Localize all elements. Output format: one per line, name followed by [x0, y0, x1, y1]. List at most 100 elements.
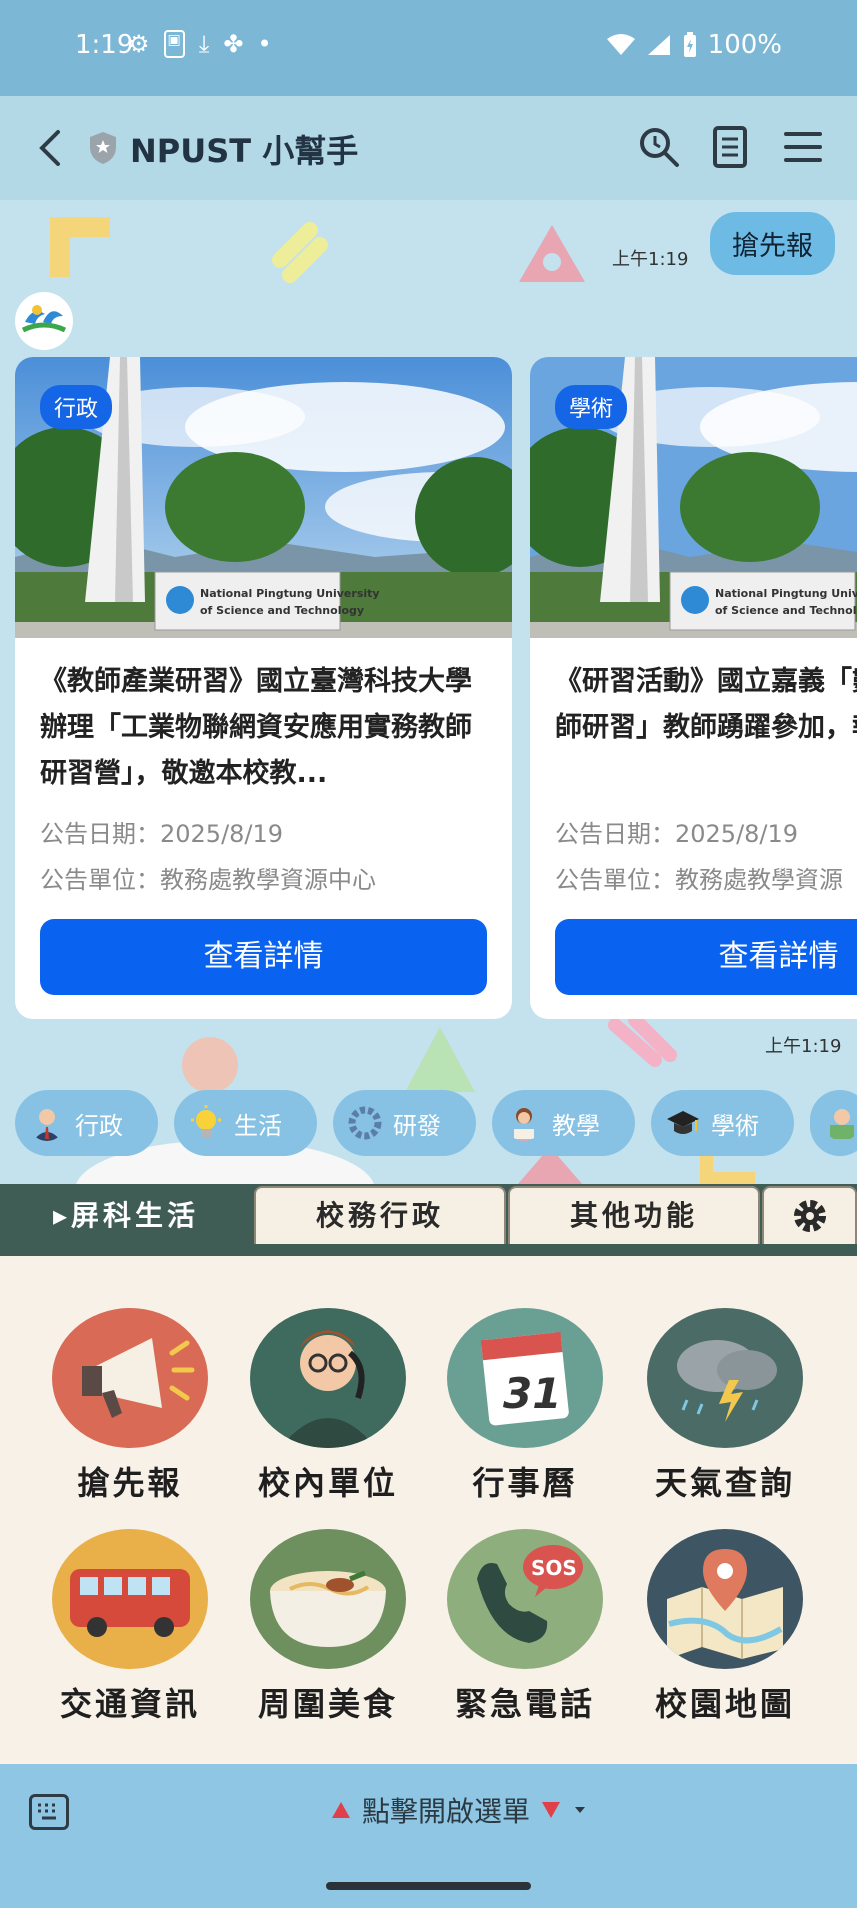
chat-header: NPUST 小幫手	[0, 96, 857, 200]
quick-reply-life[interactable]: 生活	[174, 1090, 317, 1156]
download-icon: ⤓	[198, 30, 210, 58]
search-icon[interactable]	[636, 124, 682, 170]
card-date: 公告日期：2025/8/19	[555, 820, 799, 848]
chevron-down-icon	[575, 1807, 586, 1813]
storm-cloud-icon	[647, 1308, 803, 1448]
webtoon-icon: ▣	[163, 30, 185, 58]
menu-item-campus-map[interactable]: 校園地圖	[640, 1529, 810, 1725]
quick-reply-academic[interactable]: 學術	[651, 1090, 794, 1156]
system-indicators: 100%	[606, 30, 782, 60]
tab-label: 校務行政	[315, 1199, 444, 1232]
bus-icon	[52, 1529, 208, 1669]
tab-school-admin[interactable]: 校務行政	[254, 1186, 506, 1244]
menu-item-label: 搶先報	[77, 1464, 183, 1502]
menu-item-departments[interactable]: 校內單位	[243, 1308, 413, 1504]
wifi-icon	[606, 34, 635, 55]
menu-item-food[interactable]: 周圍美食	[243, 1529, 413, 1725]
view-details-button[interactable]: 查看詳情	[40, 919, 487, 995]
red-triangle-down-icon	[542, 1802, 561, 1818]
card-unit: 公告單位：教務處教學資源中心	[40, 866, 376, 894]
menu-icon[interactable]	[780, 124, 826, 170]
menu-item-emergency[interactable]: SOS 緊急電話	[440, 1529, 610, 1725]
announcement-card[interactable]: National Pingtung University of Science …	[530, 357, 857, 1019]
map-pin-icon	[647, 1529, 803, 1669]
graduation-cap-icon	[667, 1111, 699, 1134]
svg-text:of Science and Technology: of Science and Technology	[200, 604, 364, 617]
official-shield-icon	[90, 132, 116, 164]
megaphone-icon	[52, 1308, 208, 1448]
deco-shape	[272, 222, 328, 283]
quick-reply-admin[interactable]: 行政	[15, 1090, 158, 1156]
card-title: 《研習活動》國立嘉義「數位課程教師研習」教師踴躍參加，報名至	[555, 666, 857, 743]
rich-menu-tabs: ▸屏科生活 校務行政 其他功能	[0, 1184, 857, 1256]
sos-badge: SOS	[531, 1556, 577, 1580]
sent-time: 上午1:19	[612, 249, 689, 270]
bulb-icon	[191, 1105, 221, 1137]
menu-item-label: 校園地圖	[654, 1685, 795, 1723]
battery-percent: 100%	[707, 30, 782, 60]
svg-text:National Pingtung University: National Pingtung University	[200, 587, 380, 600]
tab-label: 其他功能	[569, 1199, 698, 1232]
category-tag: 學術	[555, 385, 628, 429]
tab-campus-life[interactable]: ▸屏科生活	[0, 1186, 252, 1244]
category-tag: 行政	[40, 385, 113, 429]
dot-icon: •	[257, 30, 272, 58]
deco-shape	[182, 1037, 238, 1093]
gesture-nav-bar[interactable]	[326, 1882, 531, 1890]
quick-reply-research[interactable]: 研發	[333, 1090, 476, 1156]
quick-reply-label: 生活	[234, 1111, 282, 1140]
phone-person-icon	[250, 1308, 406, 1448]
reader-icon	[830, 1109, 854, 1139]
menu-item-label: 校內單位	[257, 1464, 398, 1502]
card-title: 《教師產業研習》國立臺灣科技大學辦理「工業物聯網資安應用實務教師研習營」，敬邀本…	[40, 666, 472, 789]
quick-reply-label: 研發	[393, 1111, 441, 1140]
gear-icon	[348, 1106, 382, 1140]
quick-reply-more[interactable]	[810, 1090, 857, 1156]
menu-item-news[interactable]: 搶先報	[45, 1308, 215, 1504]
pinwheel-icon: ✤	[223, 30, 244, 58]
settings-icon: ⚙	[128, 30, 150, 58]
person-icon	[33, 1109, 61, 1141]
menu-item-label: 周圍美食	[257, 1685, 398, 1723]
signal-icon	[647, 35, 670, 55]
announcement-card[interactable]: National Pingtung University of Science …	[15, 357, 512, 1019]
card-date: 公告日期：2025/8/19	[40, 820, 284, 848]
open-menu-toggle[interactable]: 點擊開啟選單	[330, 1790, 588, 1830]
quick-reply-bar: 行政 生活 研發 教學 學術	[15, 1090, 857, 1156]
calendar-icon: 31	[447, 1308, 603, 1448]
svg-text:National Pingtung University: National Pingtung University	[715, 587, 857, 600]
chat-title: NPUST 小幫手	[130, 132, 359, 170]
deco-shape	[50, 217, 110, 277]
teacher-icon	[510, 1108, 538, 1141]
sent-message-bubble[interactable]: 搶先報	[710, 212, 835, 275]
deco-shape	[608, 1013, 677, 1067]
notification-icons: ⚙ ▣ ⤓ ✤ •	[128, 30, 272, 58]
rich-menu: ▸屏科生活 校務行政 其他功能 搶先報 校內單位 31 行事曆 天氣查詢 交通資…	[0, 1184, 857, 1764]
tab-other-functions[interactable]: 其他功能	[508, 1186, 760, 1244]
tab-settings[interactable]	[762, 1186, 857, 1244]
play-triangle-icon: ▸	[52, 1199, 72, 1232]
view-details-button[interactable]: 查看詳情	[555, 919, 857, 995]
menu-item-traffic[interactable]: 交通資訊	[45, 1529, 215, 1725]
menu-item-calendar[interactable]: 31 行事曆	[440, 1308, 610, 1504]
npust-logo-icon	[21, 305, 67, 333]
menu-item-label: 交通資訊	[59, 1685, 200, 1723]
bot-avatar[interactable]	[15, 292, 73, 350]
quick-reply-label: 學術	[711, 1111, 759, 1140]
status-bar: 1:19 ⚙ ▣ ⤓ ✤ • 100%	[0, 0, 857, 96]
received-time: 上午1:19	[765, 1036, 842, 1057]
sos-phone-icon: SOS	[447, 1529, 603, 1669]
quick-reply-label: 教學	[552, 1111, 600, 1140]
menu-item-weather[interactable]: 天氣查詢	[640, 1308, 810, 1504]
chat-area[interactable]: 上午1:19 搶先報 National Pingtung University …	[0, 200, 857, 1184]
card-unit: 公告單位：教務處教學資源	[555, 866, 843, 894]
menu-item-label: 天氣查詢	[654, 1464, 795, 1502]
keyboard-icon[interactable]	[29, 1794, 69, 1830]
notes-icon[interactable]	[707, 124, 753, 170]
battery-icon	[683, 32, 696, 57]
gear-icon	[793, 1200, 826, 1232]
noodle-bowl-icon	[250, 1529, 406, 1669]
deco-shape	[519, 225, 585, 282]
quick-reply-teaching[interactable]: 教學	[492, 1090, 635, 1156]
back-arrow-icon[interactable]	[30, 124, 70, 172]
